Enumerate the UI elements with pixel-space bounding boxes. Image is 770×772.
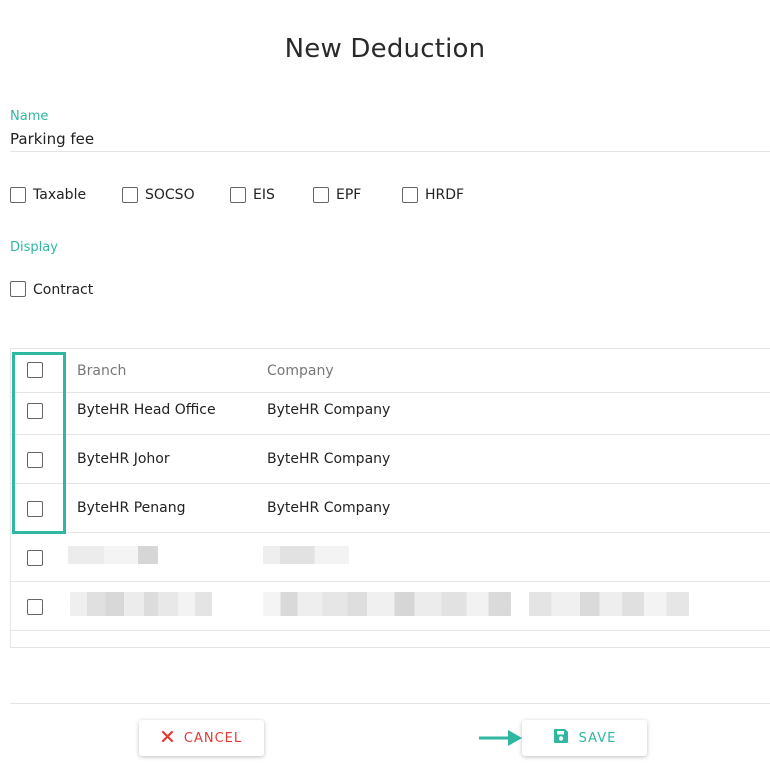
table-cell-branch: ByteHR Johor	[77, 451, 170, 467]
cancel-button[interactable]: CANCEL	[139, 720, 264, 756]
row-checkbox-redacted[interactable]	[27, 550, 43, 566]
save-button-label: SAVE	[578, 730, 617, 746]
page-title: New Deduction	[284, 34, 486, 64]
row-divider	[10, 434, 770, 435]
epf-label[interactable]: EPF	[336, 187, 361, 203]
display-section-label: Display	[10, 240, 58, 255]
name-field-underline	[10, 151, 770, 152]
taxable-label[interactable]: Taxable	[33, 187, 86, 203]
name-field-label: Name	[10, 109, 49, 124]
hrdf-checkbox[interactable]	[402, 187, 418, 203]
select-all-checkbox[interactable]	[27, 362, 43, 378]
socso-checkbox[interactable]	[122, 187, 138, 203]
taxable-checkbox[interactable]	[10, 187, 26, 203]
row-checkbox-redacted[interactable]	[27, 599, 43, 615]
eis-checkbox[interactable]	[230, 187, 246, 203]
redacted-branch	[68, 546, 158, 564]
table-cell-company: ByteHR Company	[267, 500, 391, 516]
row-divider	[10, 483, 770, 484]
row-divider	[10, 532, 770, 533]
save-button[interactable]: SAVE	[522, 720, 647, 756]
arrow-right-icon	[479, 730, 522, 746]
table-cell-company: ByteHR Company	[267, 402, 391, 418]
contract-label[interactable]: Contract	[33, 282, 93, 298]
cancel-button-label: CANCEL	[183, 730, 243, 746]
redacted-company	[263, 592, 511, 616]
row-checkbox-head-office[interactable]	[27, 403, 43, 419]
close-icon	[161, 730, 174, 747]
redacted-company	[263, 546, 349, 564]
socso-label[interactable]: SOCSO	[145, 187, 195, 203]
redacted-branch	[70, 592, 212, 616]
column-header-company[interactable]: Company	[267, 363, 334, 379]
footer-divider	[10, 703, 770, 704]
hrdf-label[interactable]: HRDF	[425, 187, 464, 203]
epf-checkbox[interactable]	[313, 187, 329, 203]
table-cell-branch: ByteHR Head Office	[77, 402, 216, 418]
row-divider	[10, 630, 770, 631]
row-divider	[10, 581, 770, 582]
table-cell-company: ByteHR Company	[267, 451, 391, 467]
contract-checkbox[interactable]	[10, 281, 26, 297]
floppy-disk-icon	[553, 728, 569, 748]
row-checkbox-johor[interactable]	[27, 452, 43, 468]
redacted-company-extra	[529, 592, 689, 616]
column-header-branch[interactable]: Branch	[77, 363, 126, 379]
name-field[interactable]: Parking fee	[10, 130, 94, 148]
table-cell-branch: ByteHR Penang	[77, 500, 186, 516]
row-checkbox-penang[interactable]	[27, 501, 43, 517]
eis-label[interactable]: EIS	[253, 187, 275, 203]
row-divider	[10, 392, 770, 393]
